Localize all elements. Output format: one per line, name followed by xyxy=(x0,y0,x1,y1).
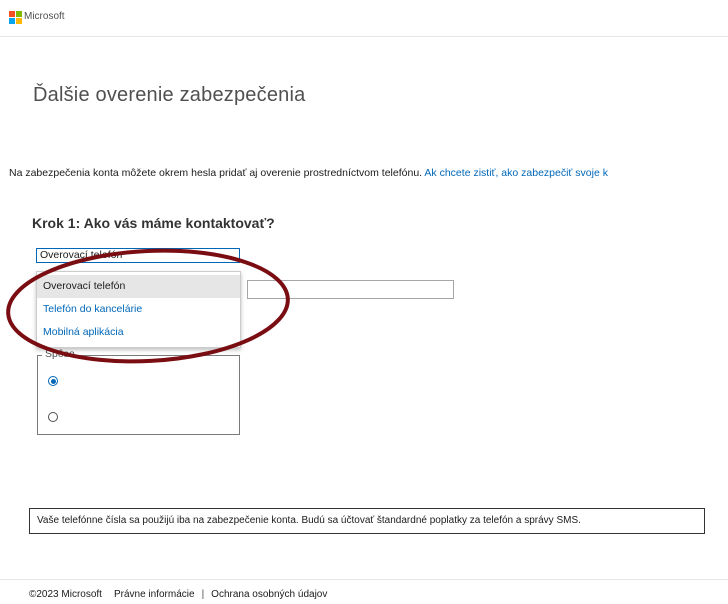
select-value: Overovací telefón xyxy=(40,249,123,261)
dropdown-option-verification-phone[interactable]: Overovací telefón xyxy=(37,275,240,298)
brand-name: Microsoft xyxy=(24,11,65,22)
phone-number-input[interactable] xyxy=(247,280,454,299)
microsoft-logo-icon xyxy=(9,11,22,24)
radio-method-1[interactable] xyxy=(48,376,58,386)
header-bar: Microsoft xyxy=(0,0,728,37)
learn-more-link[interactable]: Ak chcete zistiť, ako zabezpečiť svoje k xyxy=(424,167,608,179)
dropdown-option-office-phone[interactable]: Telefón do kancelárie xyxy=(37,298,240,321)
step-heading: Krok 1: Ako vás máme kontaktovať? xyxy=(32,215,275,231)
notice-box: Vaše telefónne čísla sa použijú iba na z… xyxy=(29,508,705,534)
contact-method-dropdown: Overovací telefón Telefón do kancelárie … xyxy=(36,271,241,348)
footer-divider xyxy=(0,579,728,580)
footer: ©2023 Microsoft Právne informácie | Ochrana… xyxy=(29,589,327,600)
footer-separator: | xyxy=(201,589,205,600)
legal-link[interactable]: Právne informácie xyxy=(114,589,195,600)
contact-method-select[interactable]: Overovací telefón ⌄ xyxy=(36,248,240,263)
radio-method-2[interactable] xyxy=(48,412,58,422)
privacy-link[interactable]: Ochrana osobných údajov xyxy=(211,589,327,600)
method-legend: Spôso xyxy=(42,347,78,361)
chevron-down-icon: ⌄ xyxy=(226,250,234,260)
copyright-text: ©2023 Microsoft xyxy=(29,589,102,600)
dropdown-option-mobile-app[interactable]: Mobilná aplikácia xyxy=(37,321,240,344)
page-title: Ďalšie overenie zabezpečenia xyxy=(33,84,306,106)
method-fieldset xyxy=(37,355,240,435)
intro-text: Na zabezpečenia konta môžete okrem hesla… xyxy=(9,167,728,179)
intro-description: Na zabezpečenia konta môžete okrem hesla… xyxy=(9,167,425,179)
